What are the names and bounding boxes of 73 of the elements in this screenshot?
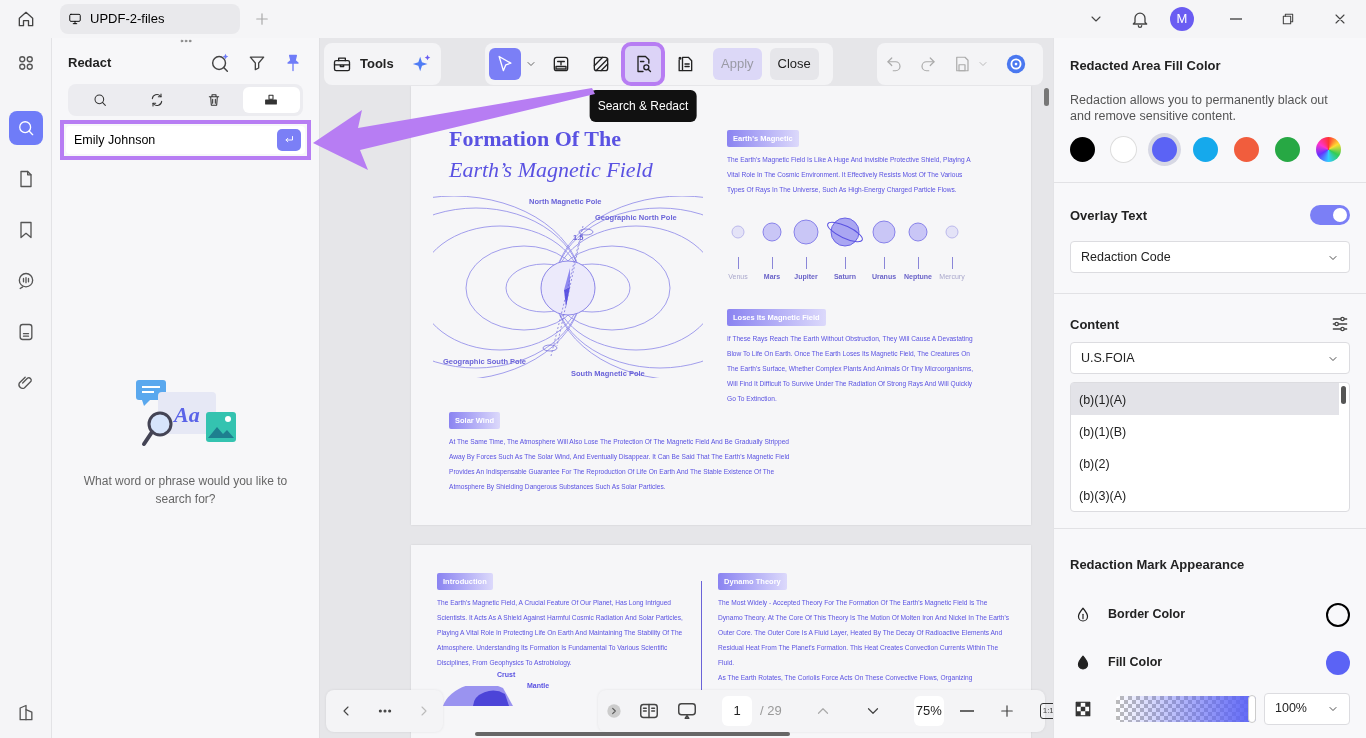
color-button[interactable]: [1326, 602, 1350, 627]
color-swatch[interactable]: [1111, 137, 1136, 163]
ai-logo-icon: [1005, 53, 1027, 75]
checkerboard-icon: [1074, 699, 1092, 718]
section-title: Redaction Mark Appearance: [1070, 556, 1246, 575]
enter-button[interactable]: [277, 129, 301, 151]
search-field[interactable]: Emily Johnson: [66, 126, 305, 154]
section-title: Content: [1070, 315, 1120, 334]
panel-tab[interactable]: [242, 87, 300, 113]
section-description: Redaction allows you to permanently black out and remove sensitive content.: [1070, 91, 1329, 126]
color-swatch[interactable]: [1193, 137, 1218, 163]
color-swatch[interactable]: [1152, 137, 1177, 163]
document-tab[interactable]: UPDF-2-files: [60, 4, 240, 34]
opacity-slider-thumb[interactable]: [1248, 694, 1256, 723]
close-redact-button[interactable]: Close: [769, 48, 819, 80]
redo-icon: [919, 55, 937, 73]
color-swatch[interactable]: [1316, 137, 1341, 163]
color-swatch[interactable]: [1234, 137, 1259, 163]
mark-area-icon: [591, 54, 611, 74]
sidebar-button[interactable]: [8, 111, 43, 145]
presentation-icon: [676, 700, 698, 722]
collapse-button[interactable]: [606, 703, 622, 719]
opacity-select[interactable]: 100%: [1264, 692, 1350, 725]
ai-search-button[interactable]: [209, 52, 231, 74]
page-subtitle: Earth’s Magnetic Field: [449, 155, 654, 184]
overlay-select[interactable]: Redaction Code: [1070, 241, 1350, 274]
planet-drawing: [762, 222, 782, 242]
code-list-item[interactable]: (b)(1)(B): [1071, 415, 1339, 448]
planet-drawing: [945, 225, 959, 239]
mark-text-icon: [551, 54, 571, 74]
present-button[interactable]: [676, 700, 698, 722]
row-label: Border Color: [1108, 606, 1186, 624]
row-label: Fill Color: [1108, 654, 1163, 672]
content-select[interactable]: U.S.FOIA: [1070, 342, 1350, 375]
scrollbar-thumb[interactable]: [1044, 88, 1049, 106]
planet-drawing: [908, 222, 928, 242]
code-list-item[interactable]: (b)(3)(A): [1071, 479, 1339, 512]
zoom-field[interactable]: 75%: [913, 696, 944, 726]
page-number-field[interactable]: 1: [722, 696, 752, 726]
undo-icon: [885, 55, 903, 73]
empty-state-message: What word or phrase would you like to search for?: [82, 473, 289, 508]
color-button[interactable]: [1326, 650, 1350, 675]
minimize-icon: [1230, 18, 1242, 20]
illustration-text: Aa: [173, 402, 200, 427]
monitor-icon: [68, 12, 82, 26]
tooltip: Search & Redact: [589, 90, 697, 122]
plus-icon: [253, 10, 271, 28]
user-avatar[interactable]: M: [1170, 7, 1194, 31]
arrow-right-icon: [606, 703, 622, 719]
overlay-toggle[interactable]: [1310, 205, 1350, 226]
planet-drawing: [825, 216, 865, 248]
planet-drawing: [872, 220, 896, 244]
color-swatch[interactable]: [1275, 137, 1300, 163]
home-icon: [16, 9, 36, 29]
code-list-item[interactable]: (b)(2): [1071, 447, 1339, 480]
search-icon: [209, 52, 231, 74]
section-title: Overlay Text: [1070, 206, 1148, 225]
code-list-item[interactable]: (b)(1)(A): [1071, 383, 1339, 416]
redact-icon: [263, 92, 280, 108]
ai-assistant-button[interactable]: [1005, 53, 1027, 75]
restore-icon: [1280, 11, 1296, 27]
planet-drawing: [731, 225, 745, 239]
save-icon: [953, 55, 971, 73]
scrollbar-thumb[interactable]: [475, 732, 790, 736]
minus-icon: [959, 710, 974, 712]
page-count: / 29: [760, 702, 782, 721]
search-icon: [91, 92, 108, 108]
scrollbar-thumb[interactable]: [1341, 386, 1346, 405]
planet-drawing: [793, 219, 819, 245]
page-title: Formation Of The: [449, 125, 622, 153]
section-title: Redacted Area Fill Color: [1070, 57, 1222, 75]
color-swatch[interactable]: [1070, 137, 1095, 163]
panel-title: Redact: [68, 54, 112, 73]
